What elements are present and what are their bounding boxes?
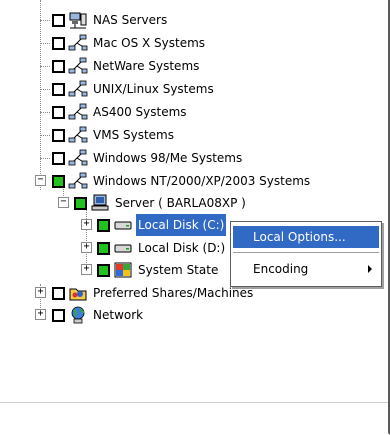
menu-item-label: Encoding xyxy=(253,262,309,276)
checkbox[interactable] xyxy=(52,36,65,50)
tree-item-network[interactable]: Network xyxy=(52,304,145,326)
checkbox[interactable] xyxy=(52,151,65,165)
tree-item-label: NetWare Systems xyxy=(93,59,200,73)
checkbox[interactable] xyxy=(52,82,65,96)
network-icon xyxy=(68,80,88,97)
menu-separator xyxy=(233,252,379,253)
tree-item-label: Local Disk (C:) xyxy=(136,214,227,236)
expand-icon[interactable]: + xyxy=(35,287,46,298)
expand-icon[interactable]: + xyxy=(35,309,46,320)
checkbox[interactable] xyxy=(52,308,65,322)
tree-item-netware[interactable]: NetWare Systems xyxy=(52,55,201,77)
server-icon xyxy=(91,194,109,211)
tree-item-preferred-shares[interactable]: Preferred Shares/Machines xyxy=(52,282,255,304)
expand-icon[interactable]: + xyxy=(81,219,92,230)
tree-item-label: Windows NT/2000/XP/2003 Systems xyxy=(93,174,311,188)
tree-line xyxy=(40,89,50,90)
tree-item-label: NAS Servers xyxy=(93,13,168,27)
tree-item-windows-98-me[interactable]: Windows 98/Me Systems xyxy=(52,147,244,169)
tree-item-as400[interactable]: AS400 Systems xyxy=(52,101,189,123)
menu-item-local-options[interactable]: Local Options... xyxy=(233,226,379,248)
network-icon xyxy=(68,126,88,143)
shared-folder-icon xyxy=(69,288,87,301)
checkbox-partial[interactable] xyxy=(97,263,110,277)
expand-icon[interactable]: + xyxy=(81,242,92,253)
tree-item-label: VMS Systems xyxy=(93,128,174,142)
tree-line xyxy=(40,158,50,159)
tree-item-unix-linux[interactable]: UNIX/Linux Systems xyxy=(52,78,216,100)
expand-icon[interactable]: + xyxy=(81,264,92,275)
panel-bottom-edge xyxy=(0,402,388,433)
checkbox-partial[interactable] xyxy=(97,241,110,255)
tree-item-label: Server ( BARLA08XP ) xyxy=(115,196,246,210)
tree-line xyxy=(40,66,50,67)
checkbox[interactable] xyxy=(52,13,65,27)
tree-item-label: System State xyxy=(138,263,219,277)
checkbox[interactable] xyxy=(52,59,65,73)
menu-item-encoding[interactable]: Encoding xyxy=(233,258,379,280)
tree-item-local-disk-d[interactable]: Local Disk (D:) xyxy=(97,237,227,259)
globe-network-icon xyxy=(71,306,85,324)
network-icon xyxy=(68,57,88,74)
disk-icon xyxy=(114,221,132,230)
context-menu: Local Options... Encoding xyxy=(230,221,382,287)
tree-item-system-state[interactable]: System State xyxy=(97,259,220,281)
checkbox-partial[interactable] xyxy=(52,174,65,188)
checkbox[interactable] xyxy=(52,128,65,142)
tree-line xyxy=(40,112,50,113)
tree-item-mac-os-x[interactable]: Mac OS X Systems xyxy=(52,32,207,54)
network-computer-icon xyxy=(69,12,87,29)
tree-line xyxy=(40,43,50,44)
tree-item-vms[interactable]: VMS Systems xyxy=(52,124,176,146)
tree-item-label: Mac OS X Systems xyxy=(93,36,206,50)
checkbox[interactable] xyxy=(52,286,65,300)
tree-line xyxy=(86,207,87,267)
submenu-arrow-icon xyxy=(368,265,372,273)
tree-item-label: AS400 Systems xyxy=(93,105,187,119)
tree-item-server[interactable]: Server ( BARLA08XP ) xyxy=(74,192,248,214)
tree-panel: NAS Servers Mac OS X Systems NetWare Sys… xyxy=(0,0,390,435)
tree-item-label: UNIX/Linux Systems xyxy=(93,82,214,96)
collapse-icon[interactable]: − xyxy=(58,197,69,208)
menu-item-label: Local Options... xyxy=(253,230,346,244)
network-icon xyxy=(68,172,88,189)
checkbox-partial[interactable] xyxy=(74,196,87,210)
tree-item-label: Windows 98/Me Systems xyxy=(93,151,243,165)
tree-line xyxy=(40,0,41,190)
tree-line xyxy=(40,20,50,21)
network-icon xyxy=(68,103,88,120)
disk-icon xyxy=(114,244,132,253)
tree-item-nas-servers[interactable]: NAS Servers xyxy=(52,9,169,31)
system-state-icon xyxy=(114,262,132,278)
tree-item-windows-nt[interactable]: Windows NT/2000/XP/2003 Systems xyxy=(52,170,312,192)
tree-item-label: Local Disk (D:) xyxy=(138,241,226,255)
collapse-icon[interactable]: − xyxy=(35,175,46,186)
network-icon xyxy=(68,149,88,166)
network-icon xyxy=(68,34,88,51)
tree-item-local-disk-c[interactable]: Local Disk (C:) xyxy=(97,214,227,236)
tree-line xyxy=(40,135,50,136)
checkbox[interactable] xyxy=(52,105,65,119)
tree-item-label: Network xyxy=(93,308,144,322)
checkbox-partial[interactable] xyxy=(97,218,110,232)
